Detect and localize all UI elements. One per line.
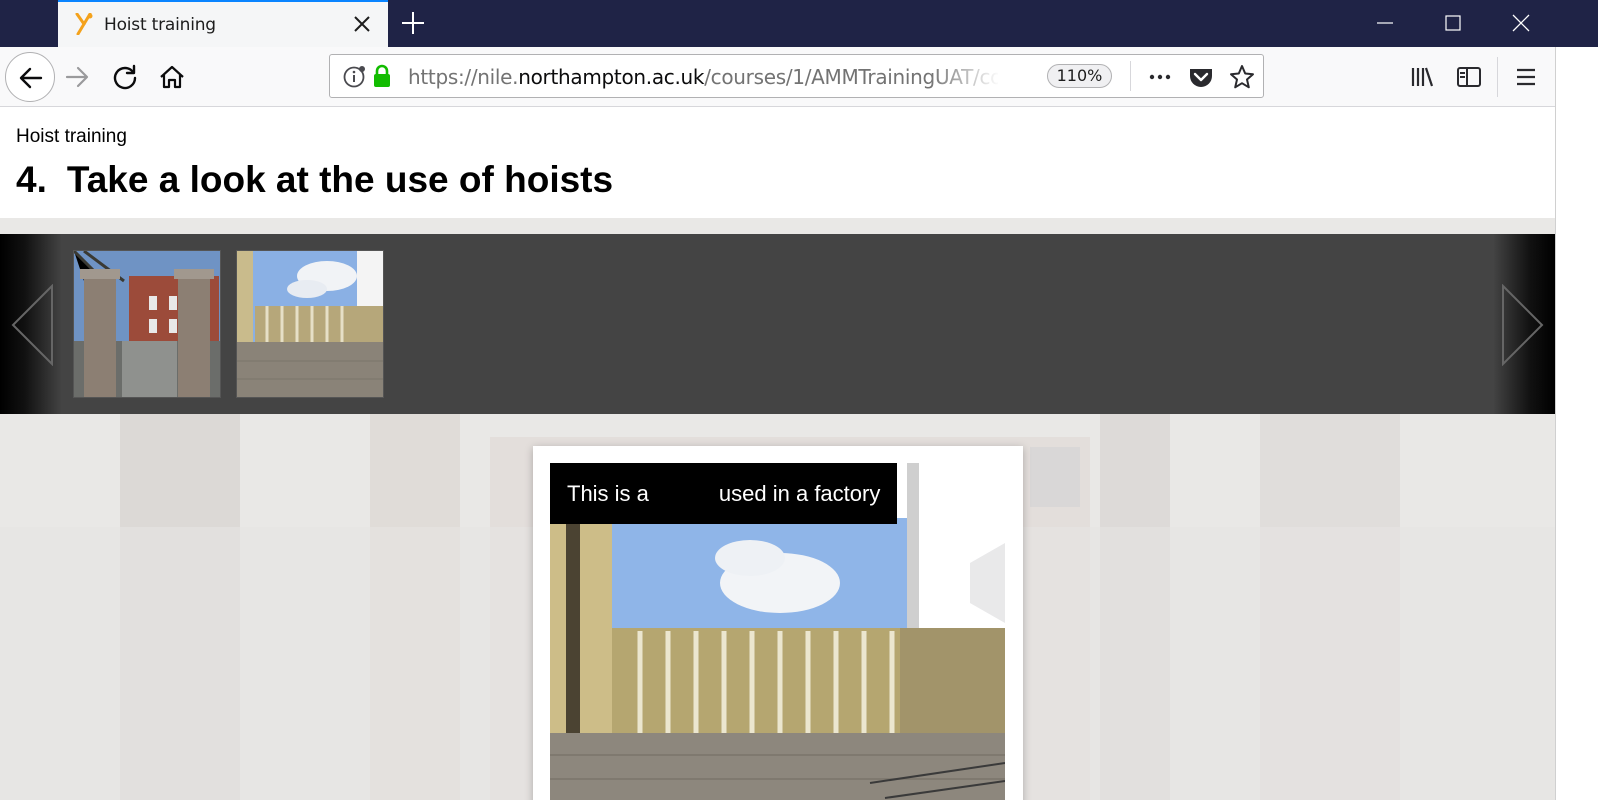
caption-before: This is a: [567, 481, 649, 506]
minimize-icon: [1377, 22, 1393, 24]
gate-photo: [74, 251, 220, 397]
page-title-text: Take a look at the use of hoists: [66, 159, 614, 200]
plus-icon[interactable]: [400, 10, 426, 36]
back-button[interactable]: [5, 52, 55, 102]
url-text[interactable]: https://nile.northampton.ac.uk/courses/1…: [408, 65, 998, 89]
balcony-photo: [237, 251, 383, 397]
tabstrip-edge: [1555, 0, 1598, 47]
page-header: Hoist training 4. Take a look at the use …: [0, 107, 1555, 218]
hamburger-menu-icon[interactable]: [1512, 63, 1540, 91]
navigation-toolbar: https://nile.northampton.ac.uk/courses/1…: [0, 47, 1555, 107]
info-icon[interactable]: [342, 65, 366, 89]
gallery-next-button[interactable]: [1493, 234, 1555, 414]
thumbnail-balcony[interactable]: [236, 250, 384, 398]
breadcrumb[interactable]: Hoist training: [16, 126, 127, 148]
zoom-badge[interactable]: 110%: [1047, 64, 1112, 88]
url-host: northampton.ac.uk: [518, 65, 705, 89]
page-title: 4. Take a look at the use of hoists: [16, 159, 613, 201]
slide-card: This is a used in a factory: [533, 446, 1023, 800]
chevron-left-icon: [11, 284, 53, 366]
maximize-button[interactable]: [1420, 0, 1488, 47]
back-arrow-icon: [19, 67, 43, 89]
maximize-icon: [1445, 15, 1461, 31]
window-edge: [1555, 47, 1598, 800]
page-content: Hoist training 4. Take a look at the use …: [0, 107, 1555, 800]
gallery-prev-button[interactable]: [0, 234, 62, 414]
active-tab[interactable]: Hoist training: [58, 0, 388, 47]
url-separator: [1130, 61, 1131, 91]
caption-after: used in a factory: [718, 481, 881, 506]
url-bar[interactable]: https://nile.northampton.ac.uk/courses/1…: [329, 54, 1264, 98]
more-icon[interactable]: [1147, 64, 1173, 90]
home-icon[interactable]: [158, 63, 186, 91]
star-icon[interactable]: [1229, 64, 1255, 90]
lock-icon[interactable]: [372, 64, 392, 88]
reload-icon[interactable]: [111, 63, 139, 91]
forward-arrow-icon[interactable]: [63, 63, 91, 91]
window-close-button[interactable]: [1488, 0, 1556, 47]
toolbar-separator: [1497, 57, 1498, 97]
close-icon[interactable]: [350, 12, 374, 36]
page-title-number: 4.: [16, 159, 47, 200]
chevron-right-icon: [1502, 284, 1544, 366]
thumbnail-gate[interactable]: [73, 250, 221, 398]
url-fade: [930, 59, 1000, 93]
sidebar-icon[interactable]: [1455, 63, 1483, 91]
thumbnail-gallery: [0, 234, 1555, 414]
library-icon[interactable]: [1408, 63, 1436, 91]
tab-strip: Hoist training: [0, 0, 1598, 47]
tab-title: Hoist training: [104, 15, 216, 35]
minimize-button[interactable]: [1352, 0, 1420, 47]
slide-caption: This is a used in a factory: [550, 463, 898, 524]
pocket-icon[interactable]: [1188, 64, 1214, 90]
url-prefix: https://nile.: [408, 65, 519, 89]
tab-favicon-icon: [75, 13, 93, 35]
window-close-icon: [1512, 14, 1530, 32]
